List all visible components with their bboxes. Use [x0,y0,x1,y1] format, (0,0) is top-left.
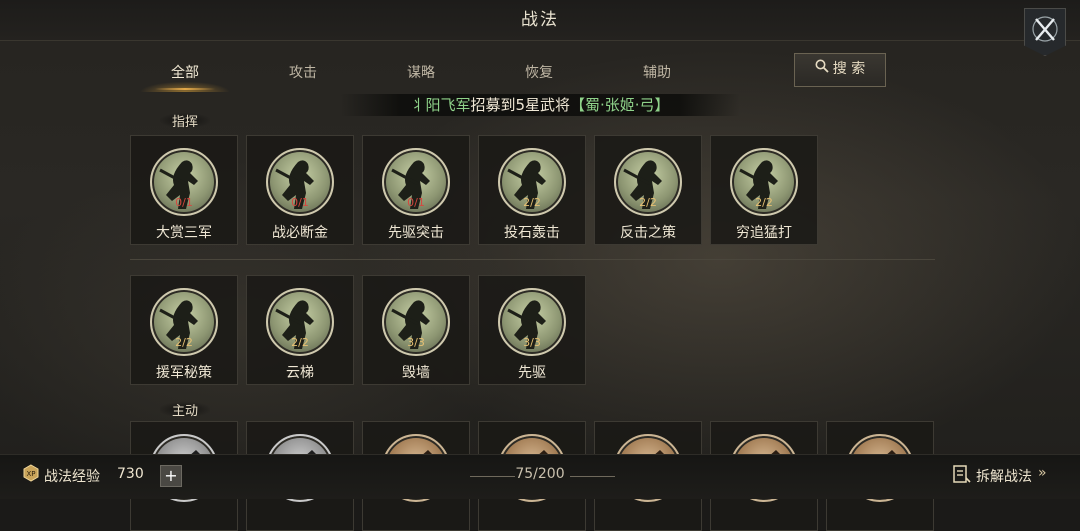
tactic-count: 0/1 [407,196,425,209]
tactic-count: 2/2 [755,196,773,209]
recruit-announcement: 丬阳飞军招募到5星武将【蜀·张姬·弓】 [340,94,740,116]
tactic-name: 反击之策 [620,225,676,241]
crossed-swords-icon [1032,16,1058,42]
tab-support[interactable]: 辅助 [602,56,712,92]
tactic-count: 2/2 [523,196,541,209]
tab-recovery[interactable]: 恢复 [484,56,594,92]
dismantle-tactics-button[interactable]: 拆解战法 » [952,464,1072,486]
tactic-count: 3/3 [523,336,541,349]
tactic-card[interactable]: 3/3 先驱 [478,275,586,385]
tactic-card[interactable]: 0/1 战必断金 [246,135,354,245]
section-divider [130,259,935,260]
tactic-card[interactable]: 0/1 先驱突击 [362,135,470,245]
tactic-count: 3/3 [407,336,425,349]
tab-attack[interactable]: 攻击 [248,56,358,92]
double-chevron-right-icon: » [1038,465,1047,481]
count-line-right [570,476,615,477]
experience-badge-icon: XP [22,464,40,482]
dismantle-label: 拆解战法 [976,469,1032,485]
tactic-card[interactable]: 2/2 云梯 [246,275,354,385]
tactic-name: 先驱 [518,365,546,381]
page-title: 战法 [521,10,559,30]
tab-all[interactable]: 全部 [130,56,240,92]
announcement-player: 丬阳飞军 [410,96,471,114]
tab-strategy[interactable]: 谋略 [366,56,476,92]
tactic-exp-label: 战法经验 [44,469,100,485]
tactic-card[interactable]: 2/2 穷追猛打 [710,135,818,245]
tactic-name: 云梯 [286,365,314,381]
search-button[interactable]: 搜 索 [794,53,886,87]
section-label-command: 指挥 [160,111,210,130]
tactic-name: 毁墙 [402,365,430,381]
section-label-active: 主动 [160,400,210,419]
svg-text:XP: XP [26,470,35,478]
announcement-text: 招募到5星武将 [470,96,570,114]
tactic-exp-value: 730 [117,466,144,482]
dismantle-list-icon [952,464,972,488]
tactic-count: 2/2 [291,336,309,349]
tactic-name: 战必断金 [272,225,328,241]
search-icon [815,54,829,84]
tactic-name: 援军秘策 [156,365,212,381]
tactic-card[interactable]: 2/2 反击之策 [594,135,702,245]
tactic-count: 0/1 [291,196,309,209]
tactic-card[interactable]: 0/1 大赏三军 [130,135,238,245]
tactic-card[interactable]: 2/2 援军秘策 [130,275,238,385]
tactic-card[interactable]: 3/3 毁墙 [362,275,470,385]
tactic-count: 0/1 [175,196,193,209]
add-exp-button[interactable]: + [160,465,182,487]
tactic-count: 2/2 [639,196,657,209]
tactic-name: 先驱突击 [388,225,444,241]
announcement-hero: 【蜀·张姬·弓】 [570,96,670,114]
tactic-name: 大赏三军 [156,225,212,241]
tactic-name: 穷追猛打 [736,225,792,241]
tactic-count-total: 75/200 [515,466,565,482]
tactic-card[interactable]: 2/2 投石轰击 [478,135,586,245]
search-label: 搜 索 [832,61,866,77]
tactic-name: 投石轰击 [504,225,560,241]
tactic-count: 2/2 [175,336,193,349]
